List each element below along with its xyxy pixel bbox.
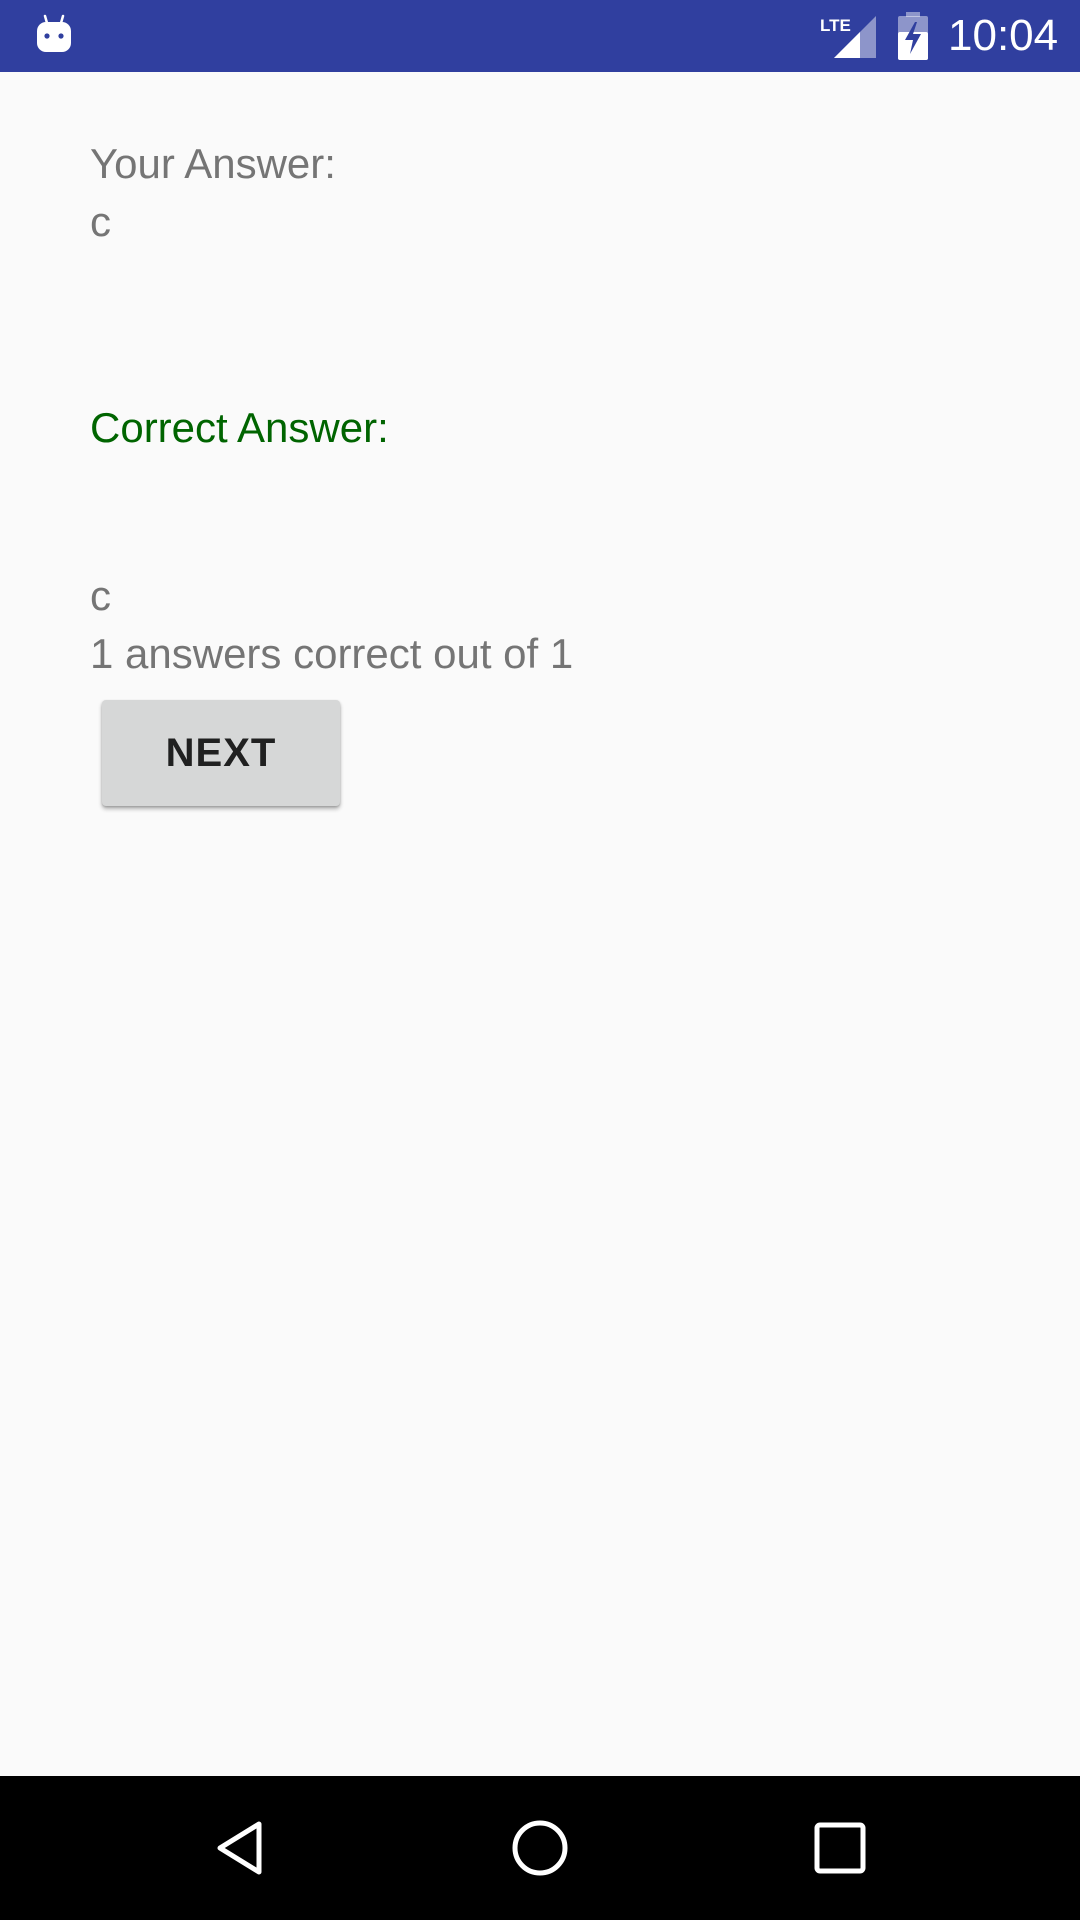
svg-text:LTE: LTE <box>820 16 851 35</box>
lte-signal-icon: LTE <box>820 16 876 58</box>
your-answer-label: Your Answer: <box>90 140 336 187</box>
battery-charging-icon <box>898 12 928 60</box>
next-button-label: NEXT <box>165 730 277 775</box>
status-bar: LTE 10:04 <box>0 0 1080 72</box>
correct-answer-value: c <box>90 572 111 619</box>
back-icon <box>217 1821 262 1875</box>
status-time: 10:04 <box>948 11 1059 60</box>
navigation-bar <box>0 1776 1080 1920</box>
home-button[interactable] <box>460 1776 620 1920</box>
recents-icon <box>814 1822 866 1874</box>
score-summary: 1 answers correct out of 1 <box>90 630 574 677</box>
your-answer-value: c <box>90 198 111 245</box>
android-notification-icon <box>37 14 71 52</box>
back-button[interactable] <box>160 1776 320 1920</box>
correct-answer-label: Correct Answer: <box>90 404 389 451</box>
home-icon <box>512 1820 568 1876</box>
recents-button[interactable] <box>760 1776 920 1920</box>
next-button[interactable]: NEXT <box>102 700 340 806</box>
quiz-result-screen: Your Answer: c Correct Answer: c 1 answe… <box>0 72 1080 1776</box>
